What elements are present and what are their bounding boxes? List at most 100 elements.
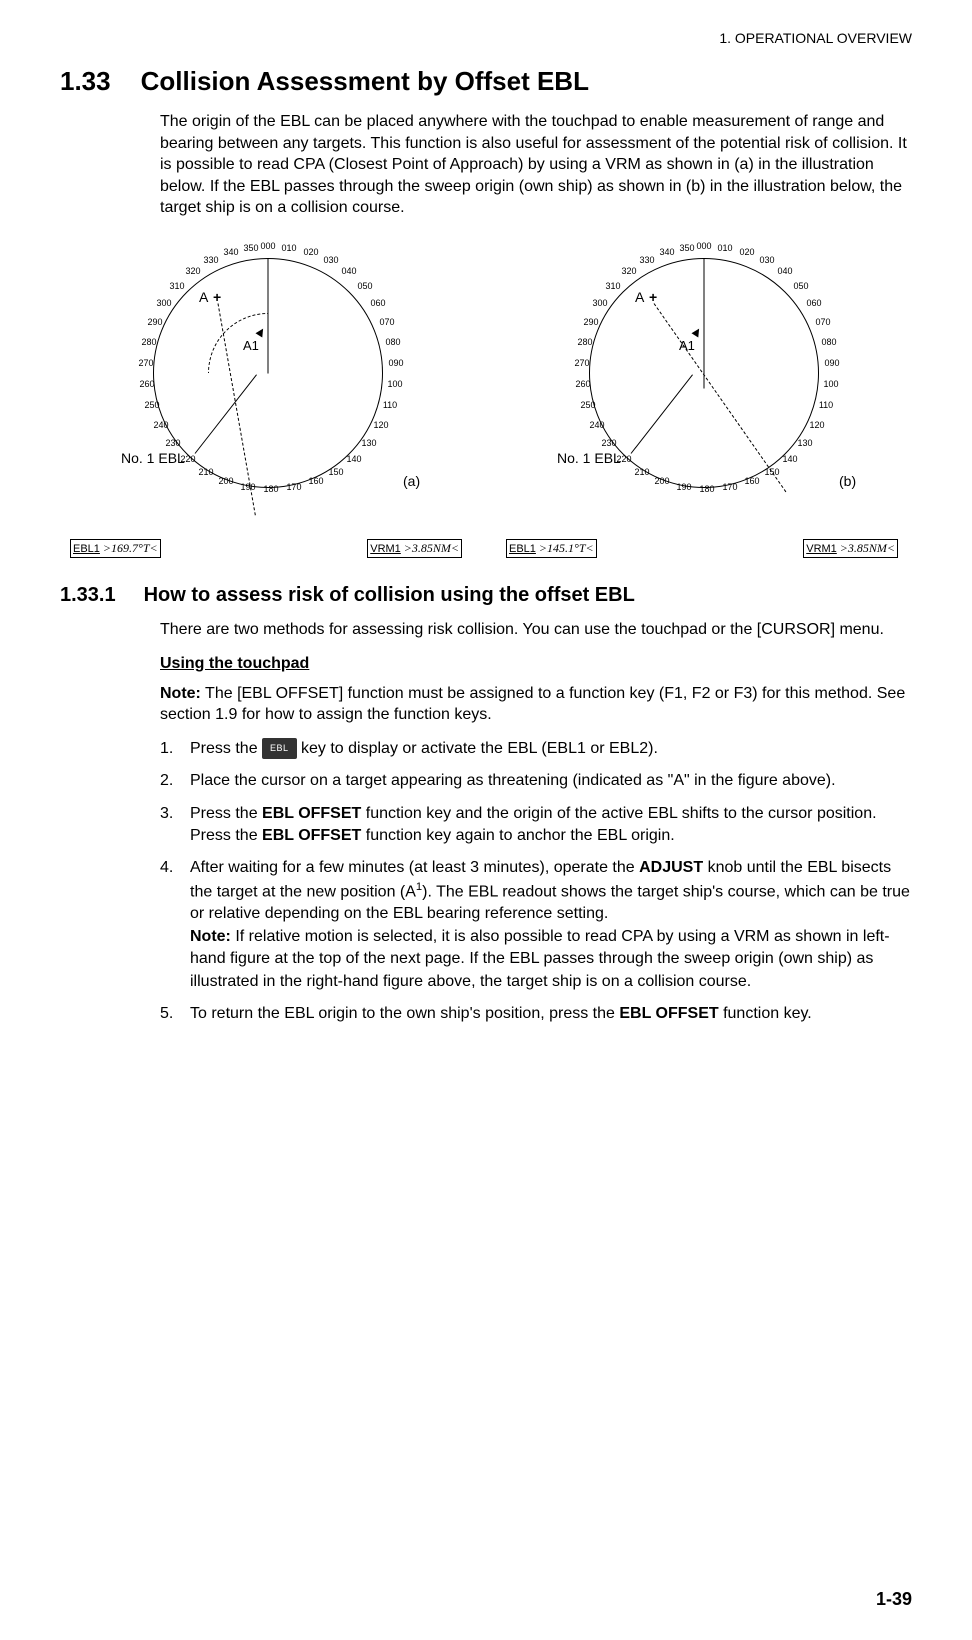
vrm-readout-b-val: >3.85NM< [840,541,895,555]
tick-140: 140 [342,454,366,464]
tick-b-010: 010 [713,243,737,253]
tick-b-040: 040 [773,266,797,276]
tick-310: 310 [165,281,189,291]
step3-b: EBL OFFSET [262,805,361,822]
tick-120: 120 [369,420,393,430]
tick-280: 280 [137,337,161,347]
tick-040: 040 [337,266,361,276]
plus-A-a: + [213,289,221,305]
figure-b: 000 010 020 030 040 050 060 070 080 090 … [496,233,912,558]
tick-100: 100 [383,379,407,389]
heading-line-b [704,258,705,388]
tick-250: 250 [140,400,164,410]
tick-b-130: 130 [793,438,817,448]
tick-b-240: 240 [585,420,609,430]
step1-pre: Press the [190,740,262,757]
step4-a: After waiting for a few minutes (at leas… [190,859,639,876]
tick-b-120: 120 [805,420,829,430]
tick-170: 170 [282,482,306,492]
tick-060: 060 [366,298,390,308]
step-5: To return the EBL origin to the own ship… [160,1003,912,1025]
tick-b-250: 250 [576,400,600,410]
ebl-key-icon: EBL [262,738,297,759]
tick-b-230: 230 [597,438,621,448]
label-A-b: A [635,289,644,305]
tick-b-320: 320 [617,266,641,276]
plus-A-b: + [649,289,657,305]
tick-290: 290 [143,317,167,327]
tick-b-160: 160 [740,476,764,486]
tick-030: 030 [319,255,343,265]
tick-b-110: 110 [814,400,838,410]
tick-b-310: 310 [601,281,625,291]
vrm-readout-b: VRM1 >3.85NM< [803,539,898,558]
no1-ebl-a: No. 1 EBL [121,451,185,466]
figtag-a: (a) [403,473,420,489]
ebl-readout-b-lab: EBL1 [509,543,536,555]
tick-210: 210 [194,467,218,477]
ebl-readout-a-val: >169.7°T< [103,541,158,555]
ebl-readout-a-lab: EBL1 [73,543,100,555]
tick-080: 080 [381,337,405,347]
subsection-heading: 1.33.1 How to assess risk of collision u… [60,584,912,607]
step3-d: EBL OFFSET [262,827,361,844]
tick-320: 320 [181,266,205,276]
section-intro: The origin of the EBL can be placed anyw… [160,111,912,219]
label-A-a: A [199,289,208,305]
note-paragraph: Note: The [EBL OFFSET] function must be … [160,683,912,726]
tick-b-270: 270 [570,358,594,368]
figtag-b: (b) [839,473,856,489]
ebl-readout-a: EBL1 >169.7°T< [70,539,161,558]
tick-b-290: 290 [579,317,603,327]
step-3: Press the EBL OFFSET function key and th… [160,803,912,848]
subsection-number: 1.33.1 [60,584,116,607]
vrm-readout-a-lab: VRM1 [370,543,401,555]
tick-b-300: 300 [588,298,612,308]
step5-a: To return the EBL origin to the own ship… [190,1005,619,1022]
section-heading: 1.33 Collision Assessment by Offset EBL [60,66,912,97]
tick-b-350: 350 [675,243,699,253]
tick-b-190: 190 [672,482,696,492]
step-4: After waiting for a few minutes (at leas… [160,857,912,993]
tick-b-210: 210 [630,467,654,477]
figure-a: 000 010 020 030 040 050 060 070 080 090 … [60,233,476,558]
tick-270: 270 [134,358,158,368]
vrm-readout-a-val: >3.85NM< [404,541,459,555]
tick-130: 130 [357,438,381,448]
step5-b: EBL OFFSET [619,1005,718,1022]
label-A1-b-text: A1 [679,338,695,353]
no1-ebl-b: No. 1 EBL [557,451,621,466]
tick-b-070: 070 [811,317,835,327]
step4-note-label: Note: [190,928,231,945]
tick-b-090: 090 [820,358,844,368]
tick-b-170: 170 [718,482,742,492]
step3-e: function key again to anchor the EBL ori… [361,827,674,844]
tick-260: 260 [135,379,159,389]
label-A1-b: A1 [679,338,695,353]
using-touchpad-heading: Using the touchpad [160,655,912,673]
step-1: Press the EBL key to display or activate… [160,738,912,760]
steps-list: Press the EBL key to display or activate… [160,738,912,1026]
tick-190: 190 [236,482,260,492]
step1-post: key to display or activate the EBL (EBL1… [301,740,658,757]
tick-b-200: 200 [650,476,674,486]
chapter-header: 1. OPERATIONAL OVERVIEW [60,30,912,46]
tick-180: 180 [259,484,283,494]
step4-note: If relative motion is selected, it is al… [190,928,890,990]
tick-b-080: 080 [817,337,841,347]
vrm-readout-a: VRM1 >3.85NM< [367,539,462,558]
vrm-readout-b-lab: VRM1 [806,543,837,555]
tick-090: 090 [384,358,408,368]
step-2: Place the cursor on a target appearing a… [160,770,912,792]
page-number: 1-39 [876,1589,912,1610]
tick-160: 160 [304,476,328,486]
tick-240: 240 [149,420,173,430]
subsection-intro: There are two methods for assessing risk… [160,619,912,641]
tick-350: 350 [239,243,263,253]
tick-b-260: 260 [571,379,595,389]
tick-b-030: 030 [755,255,779,265]
tick-b-100: 100 [819,379,843,389]
tick-200: 200 [214,476,238,486]
tick-010: 010 [277,243,301,253]
step3-a: Press the [190,805,262,822]
